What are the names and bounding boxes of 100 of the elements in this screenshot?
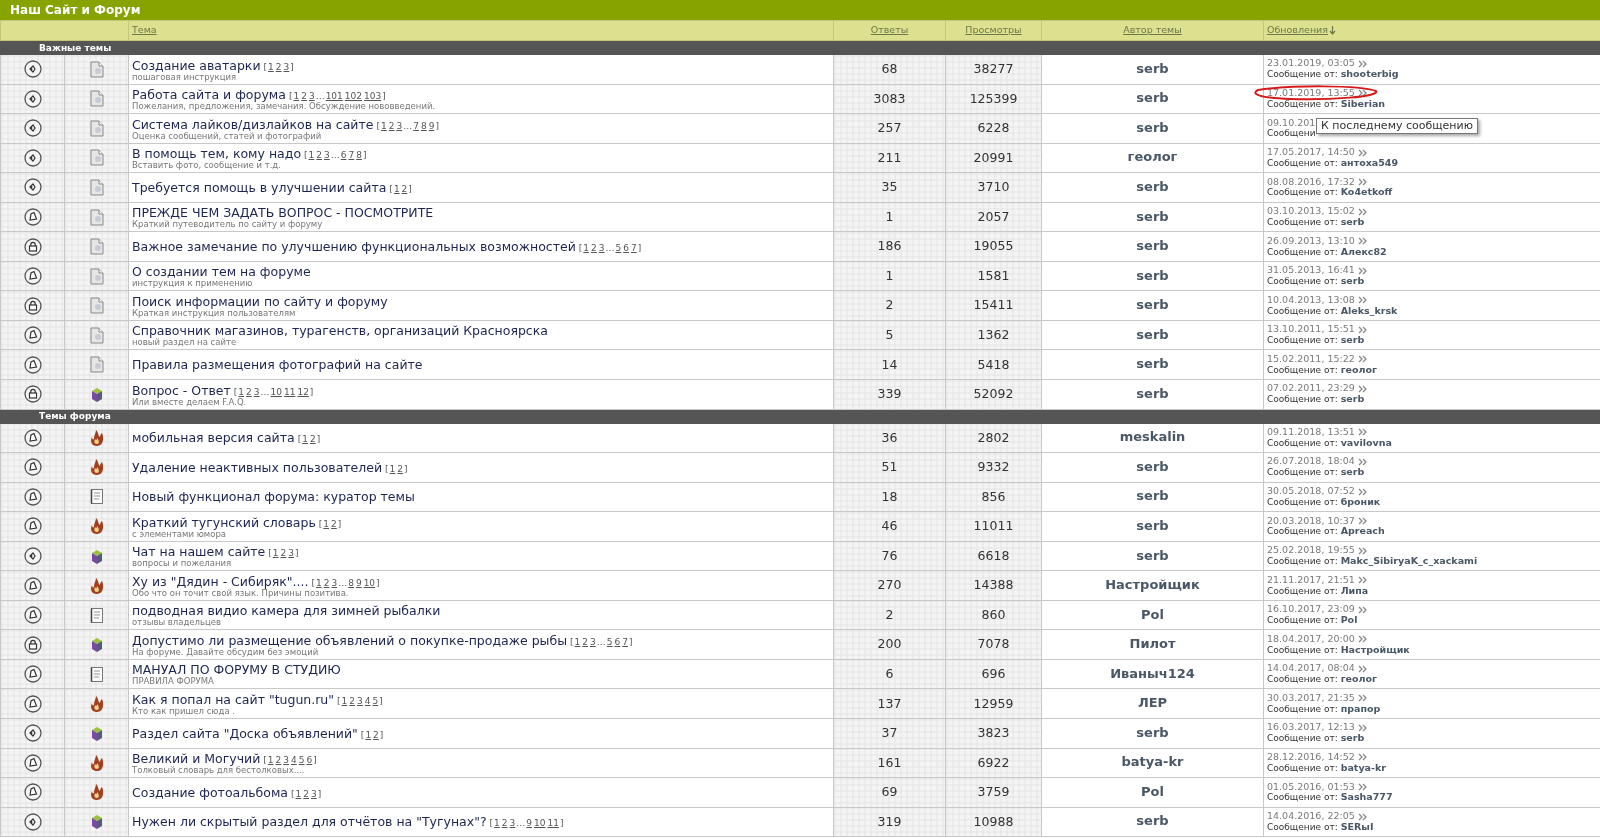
page-link[interactable]: 5 (372, 696, 379, 706)
topic-title-link[interactable]: Создание аватарки (132, 57, 261, 73)
author-link[interactable]: serb (1136, 267, 1169, 283)
topic-title-link[interactable]: ПРЕЖДЕ ЧЕМ ЗАДАТЬ ВОПРОС - ПОСМОТРИТЕ (132, 205, 434, 221)
page-link[interactable]: 8 (348, 577, 354, 588)
author-link[interactable]: serb (1136, 724, 1169, 740)
page-link[interactable]: 101 (325, 91, 343, 102)
page-link[interactable]: 3 (598, 243, 605, 254)
page-link[interactable]: 7 (348, 150, 355, 161)
page-link[interactable]: 12 (297, 386, 309, 397)
last-post-date-link[interactable]: 23.01.2019, 03:05 (1267, 57, 1355, 69)
page-link[interactable]: 7 (413, 120, 419, 131)
last-post-date-link[interactable]: 30.03.2017, 21:35 (1267, 691, 1355, 703)
page-link[interactable]: 3 (283, 61, 290, 72)
last-post-date-link[interactable]: 09.11.2018, 13:51 (1267, 425, 1355, 437)
topic-title-link[interactable]: Чат на нашем сайте (132, 544, 266, 560)
author-link[interactable]: serb (1136, 179, 1169, 194)
page-link[interactable]: 4 (364, 696, 371, 706)
page-link[interactable]: 11 (547, 818, 559, 829)
last-post-date-link[interactable]: 25.02.2018, 19:55 (1267, 544, 1355, 556)
page-link[interactable]: 103 (364, 91, 382, 102)
page-link[interactable]: 3 (357, 696, 363, 706)
column-header-link[interactable]: Обновления (1267, 24, 1336, 36)
topic-title-link[interactable]: Система лайков/дизлайков на сайте (132, 116, 374, 132)
page-link[interactable]: 2 (323, 577, 330, 588)
last-poster-link[interactable]: Sasha777 (1340, 791, 1393, 803)
last-poster-link[interactable]: антоха549 (1340, 156, 1399, 168)
page-link[interactable]: 6 (340, 150, 347, 161)
author-link[interactable]: Pol (1141, 606, 1164, 622)
last-post-date-link[interactable]: 15.02.2011, 15:22 (1267, 352, 1355, 364)
page-link[interactable]: 1 (365, 729, 372, 740)
page-link[interactable]: 9 (526, 818, 532, 829)
last-post-date-link[interactable]: 07.02.2011, 23:29 (1267, 382, 1355, 394)
author-link[interactable]: геолог (1127, 149, 1178, 165)
page-link[interactable]: 2 (280, 548, 287, 559)
last-post-date-link[interactable]: 26.07.2018, 18:04 (1267, 455, 1355, 467)
page-link[interactable]: 3 (308, 91, 315, 102)
page-link[interactable]: 2 (401, 183, 408, 194)
last-post-date-link[interactable]: 30.05.2018, 07:52 (1267, 485, 1355, 497)
last-post-date-link[interactable]: 08.08.2016, 17:32 (1267, 175, 1355, 187)
author-link[interactable]: serb (1136, 356, 1169, 372)
page-link[interactable]: 11 (283, 386, 296, 397)
last-poster-link[interactable]: serb (1340, 466, 1365, 478)
author-link[interactable]: meskalin (1119, 429, 1186, 445)
page-link[interactable]: 9 (428, 120, 435, 131)
last-poster-link[interactable]: vavilovna (1340, 436, 1392, 448)
page-link[interactable]: 3 (324, 150, 330, 161)
last-poster-link[interactable]: serb (1340, 216, 1365, 227)
last-poster-link[interactable]: геолог (1340, 673, 1378, 685)
last-poster-link[interactable]: Aleks_krsk (1340, 304, 1398, 316)
last-post-date-link[interactable]: 13.10.2011, 15:51 (1267, 323, 1355, 335)
page-link[interactable]: 8 (356, 150, 362, 161)
page-link[interactable]: 7 (630, 243, 637, 254)
last-poster-link[interactable]: геолог (1340, 363, 1378, 375)
author-link[interactable]: serb (1136, 458, 1169, 474)
page-link[interactable]: 1 (381, 120, 387, 131)
page-link[interactable]: 1 (494, 818, 500, 829)
last-post-date-link[interactable]: 28.12.2016, 14:52 (1267, 750, 1355, 762)
author-link[interactable]: Пилот (1129, 636, 1176, 652)
last-poster-link[interactable]: Настройщик (1340, 643, 1410, 655)
page-link[interactable]: 1 (302, 434, 308, 445)
author-link[interactable]: serb (1136, 297, 1169, 313)
topic-title-link[interactable]: Великий и Могучий (132, 751, 261, 767)
author-link[interactable]: serb (1136, 60, 1169, 76)
page-link[interactable]: 1 (315, 577, 322, 588)
page-link[interactable]: 10 (363, 577, 376, 588)
page-link[interactable]: 10 (270, 386, 282, 397)
topic-title-link[interactable]: мобильная версия сайта (132, 430, 295, 446)
last-post-date-link[interactable]: 21.11.2017, 21:51 (1267, 573, 1355, 585)
last-poster-link[interactable]: batya-kr (1340, 761, 1386, 773)
topic-title-link[interactable]: Создание фотоальбома (132, 784, 288, 800)
page-link[interactable]: 2 (582, 636, 588, 647)
page-link[interactable]: 1 (238, 386, 245, 397)
last-post-date-link[interactable]: 18.04.2017, 20:00 (1267, 632, 1355, 644)
page-link[interactable]: 2 (301, 91, 307, 102)
topic-title-link[interactable]: Важное замечание по улучшению функциональных возможностей (132, 239, 576, 255)
author-link[interactable]: serb (1136, 488, 1169, 504)
page-link[interactable]: 1 (574, 636, 581, 647)
topic-title-link[interactable]: Удаление неактивных пользователей (132, 459, 383, 475)
topic-title-link[interactable]: Как я попал на сайт "tugun.ru" (132, 692, 335, 707)
last-poster-link[interactable]: serb (1340, 334, 1365, 346)
last-poster-link[interactable]: serb (1340, 275, 1365, 287)
topic-title-link[interactable]: Нужен ли скрытый раздел для отчётов на "Тугунах"? (132, 814, 487, 830)
page-link[interactable]: 1 (389, 463, 396, 474)
page-link[interactable]: 7 (622, 636, 628, 647)
author-link[interactable]: Pol (1141, 783, 1164, 799)
topic-title-link[interactable]: Раздел сайта "Доска объявлений" (132, 725, 358, 741)
last-post-date-link[interactable]: 20.03.2018, 10:37 (1267, 514, 1355, 526)
topic-title-link[interactable]: Вопрос - Ответ (132, 382, 231, 398)
last-post-date-link[interactable]: 14.04.2016, 22:05 (1267, 810, 1355, 822)
page-link[interactable]: 8 (420, 120, 427, 131)
topic-title-link[interactable]: подводная видио камера для зимней рыбалки (132, 603, 441, 619)
page-link[interactable]: 2 (275, 755, 282, 766)
page-link[interactable]: 2 (331, 518, 337, 529)
page-link[interactable]: 1 (308, 150, 315, 161)
page-link[interactable]: 2 (309, 434, 316, 445)
page-link[interactable]: 1 (267, 755, 274, 766)
page-link[interactable]: 2 (388, 120, 395, 131)
page-link[interactable]: 2 (591, 243, 597, 254)
last-post-date-link[interactable]: 01.05.2016, 01:53 (1267, 780, 1355, 792)
